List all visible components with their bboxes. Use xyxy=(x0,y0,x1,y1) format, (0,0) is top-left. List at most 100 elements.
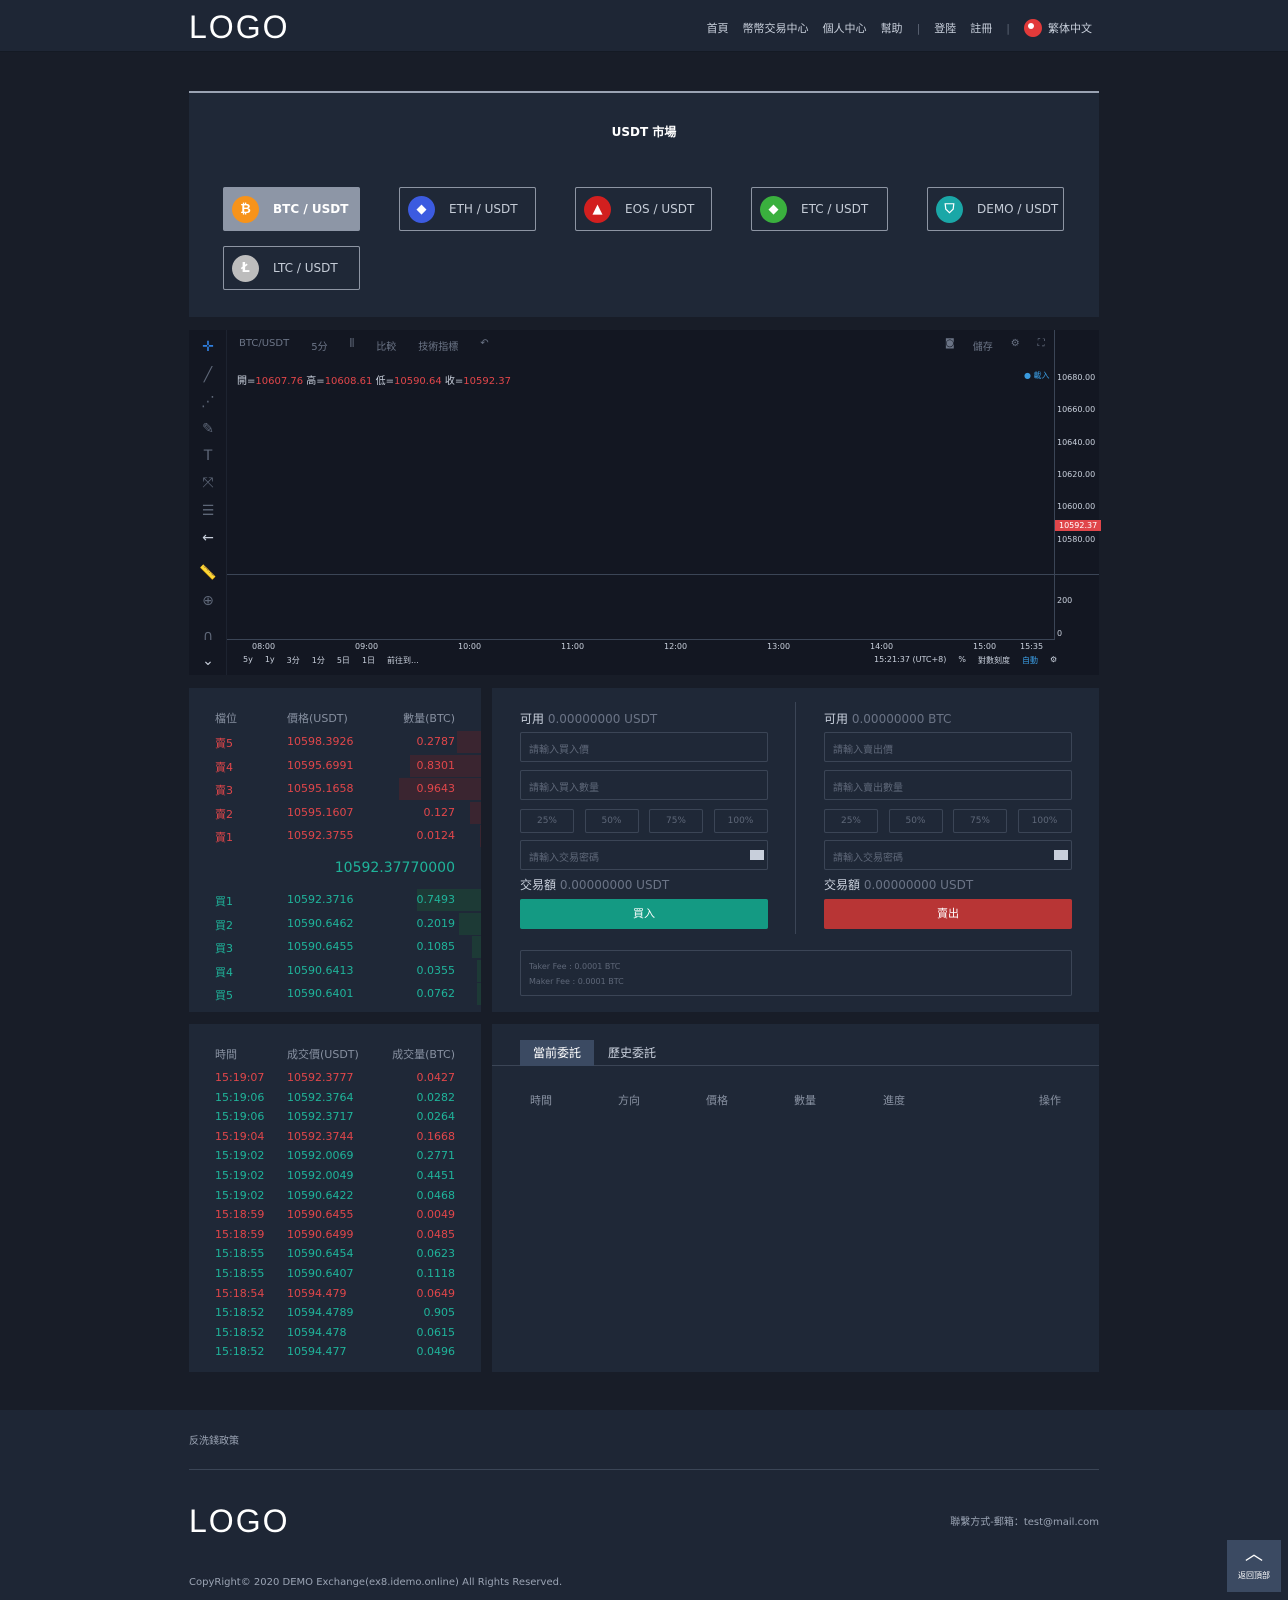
crosshair-icon[interactable]: ✛ xyxy=(198,338,218,356)
orderbook-row[interactable]: 賣5 10598.3926 0.2787 xyxy=(189,731,481,753)
keyboard-icon[interactable] xyxy=(1054,850,1068,860)
ob-price: 10590.6462 xyxy=(287,916,354,930)
sell-price-input[interactable]: 請輸入賣出價 xyxy=(824,732,1072,762)
orderbook-row[interactable]: 買5 10590.6401 0.0762 xyxy=(189,983,481,1006)
percent-button[interactable]: 50% xyxy=(584,809,639,833)
pair-button[interactable]: Ł LTC / USDT xyxy=(223,246,360,290)
range-option[interactable]: 5y xyxy=(243,655,253,666)
percent-button[interactable]: 50% xyxy=(888,809,943,833)
ob-level: 賣2 xyxy=(215,807,233,821)
trend-line-icon[interactable]: ╱ xyxy=(198,366,218,384)
range-option[interactable]: 3分 xyxy=(287,655,300,666)
auto-scale-toggle[interactable]: 自動 xyxy=(1022,655,1038,666)
pair-button[interactable]: ◆ ETH / USDT xyxy=(399,187,536,231)
log-scale-toggle[interactable]: 對數刻度 xyxy=(978,655,1010,666)
market-title: USDT 市場 xyxy=(611,125,677,139)
camera-icon[interactable]: ◙ xyxy=(945,338,955,353)
orderbook-row[interactable]: 賣1 10592.3755 0.0124 xyxy=(189,825,481,848)
logo[interactable]: LOGO xyxy=(189,11,289,43)
language-selector[interactable]: 繁体中文 xyxy=(1048,20,1092,36)
undo-icon[interactable]: ↶ xyxy=(480,338,488,353)
chevron-down-icon[interactable]: ⌄ xyxy=(198,652,218,670)
trade-price: 10594.4789 xyxy=(287,1306,354,1320)
settings-icon[interactable]: ⚙ xyxy=(1011,338,1020,353)
pair-button[interactable]: ⛉ DEMO / USDT xyxy=(927,187,1064,231)
candle-type-icon[interactable]: ⫼ xyxy=(350,338,355,353)
pair-button[interactable]: ▲ EOS / USDT xyxy=(575,187,712,231)
sell-button[interactable]: 賣出 xyxy=(824,899,1072,929)
trade-price: 10594.478 xyxy=(287,1325,347,1339)
tab-current-orders[interactable]: 當前委託 xyxy=(520,1040,594,1066)
orderbook-row[interactable]: 賣4 10595.6991 0.8301 xyxy=(189,754,481,777)
y-tick-label: 10660.00 xyxy=(1057,405,1096,415)
range-option[interactable]: 1分 xyxy=(312,655,325,666)
trade-row: 15:18:55 10590.6454 0.0623 xyxy=(189,1245,481,1265)
x-tick-label: 14:00 xyxy=(870,642,894,651)
pitchfork-icon[interactable]: ⋰ xyxy=(198,393,218,411)
save-button[interactable]: 儲存 xyxy=(973,338,993,353)
arrow-left-icon[interactable]: ← xyxy=(198,529,218,547)
ob-level: 買1 xyxy=(215,895,233,908)
percent-button[interactable]: 25% xyxy=(520,809,574,833)
depth-bar xyxy=(459,912,481,935)
indicators-button[interactable]: 技術指標 xyxy=(418,338,458,353)
sell-password-input[interactable]: 請輸入交易密碼 xyxy=(824,840,1072,870)
ob-qty: 0.0762 xyxy=(416,987,456,1001)
pattern-icon[interactable]: ⤧ xyxy=(198,474,218,492)
flag-icon[interactable] xyxy=(1024,19,1042,37)
buy-price-input[interactable]: 請輸入買入價 xyxy=(520,732,768,762)
range-option[interactable]: 1日 xyxy=(362,655,375,666)
orderbook-row[interactable]: 買1 10592.3716 0.7493 xyxy=(189,889,481,911)
buy-amount-value: 0.00000000 USDT xyxy=(559,878,670,892)
nav-user-center[interactable]: 個人中心 xyxy=(823,20,867,36)
percent-button[interactable]: 100% xyxy=(1017,809,1072,833)
buy-button[interactable]: 買入 xyxy=(520,899,768,929)
brush-icon[interactable]: ✎ xyxy=(198,420,218,438)
ob-qty: 0.1085 xyxy=(416,940,456,954)
sell-amount-value: 0.00000000 USDT xyxy=(863,878,974,892)
buy-password-input[interactable]: 請輸入交易密碼 xyxy=(520,840,768,870)
percent-button[interactable]: 75% xyxy=(953,809,1007,833)
interval-selector[interactable]: 5分 xyxy=(311,338,327,353)
nav-login[interactable]: 登陸 xyxy=(934,20,956,36)
keyboard-icon[interactable] xyxy=(750,850,764,860)
range-option[interactable]: 5日 xyxy=(337,655,350,666)
nav-register[interactable]: 註冊 xyxy=(970,20,992,36)
sell-qty-input[interactable]: 請輸入賣出數量 xyxy=(824,770,1072,800)
symbol-label[interactable]: BTC/USDT xyxy=(239,338,289,353)
trade-row: 15:19:02 10592.0069 0.2771 xyxy=(189,1147,481,1167)
compare-button[interactable]: 比較 xyxy=(376,338,396,353)
nav-home[interactable]: 首頁 xyxy=(707,20,729,36)
pair-button[interactable]: ₿ BTC / USDT xyxy=(223,187,360,231)
buy-qty-input[interactable]: 請輸入買入數量 xyxy=(520,770,768,800)
ruler-icon[interactable]: 📏 xyxy=(198,564,218,582)
percent-button[interactable]: 25% xyxy=(824,809,878,833)
percent-toggle[interactable]: % xyxy=(958,655,966,666)
pair-button[interactable]: ◆ ETC / USDT xyxy=(751,187,888,231)
kline-chart[interactable]: ✛ ╱ ⋰ ✎ T ⤧ ☰ ← 📏 ⊕ ∩ ⌄ BTC/USDT 5分 ⫼ 比較… xyxy=(189,330,1102,675)
orderbook-row[interactable]: 賣3 10595.1658 0.9643 xyxy=(189,778,481,801)
orderbook-row[interactable]: 買4 10590.6413 0.0355 xyxy=(189,959,481,982)
orderbook-row[interactable]: 賣2 10595.1607 0.127 xyxy=(189,801,481,824)
orderbook-row[interactable]: 買3 10590.6455 0.1085 xyxy=(189,936,481,959)
fib-icon[interactable]: ☰ xyxy=(198,502,218,520)
aml-policy-link[interactable]: 反洗錢政策 xyxy=(189,1432,239,1447)
nav-help[interactable]: 幫助 xyxy=(881,20,903,36)
range-option[interactable]: 1y xyxy=(265,655,275,666)
trade-price: 10590.6407 xyxy=(287,1267,354,1280)
text-tool-icon[interactable]: T xyxy=(198,447,218,465)
footer: 反洗錢政策 LOGO 聯繫方式-郵箱：test@mail.com CopyRig… xyxy=(0,1410,1288,1600)
low-value: 10590.64 xyxy=(393,376,442,387)
magnet-icon[interactable]: ∩ xyxy=(198,627,218,645)
percent-button[interactable]: 75% xyxy=(649,809,703,833)
tab-history-orders[interactable]: 歷史委託 xyxy=(608,1040,656,1066)
zoom-in-icon[interactable]: ⊕ xyxy=(198,592,218,610)
chart-settings-icon[interactable]: ⚙ xyxy=(1050,655,1057,666)
nav-trade-center[interactable]: 幣幣交易中心 xyxy=(743,20,809,36)
fullscreen-icon[interactable]: ⛶ xyxy=(1038,338,1045,353)
range-option[interactable]: 前往到... xyxy=(387,655,419,666)
maker-fee: Maker Fee : 0.0001 BTC xyxy=(529,977,624,986)
percent-button[interactable]: 100% xyxy=(713,809,768,833)
back-to-top-button[interactable]: ︿ 返回頂部 xyxy=(1227,1540,1281,1592)
orderbook-row[interactable]: 買2 10590.6462 0.2019 xyxy=(189,912,481,935)
